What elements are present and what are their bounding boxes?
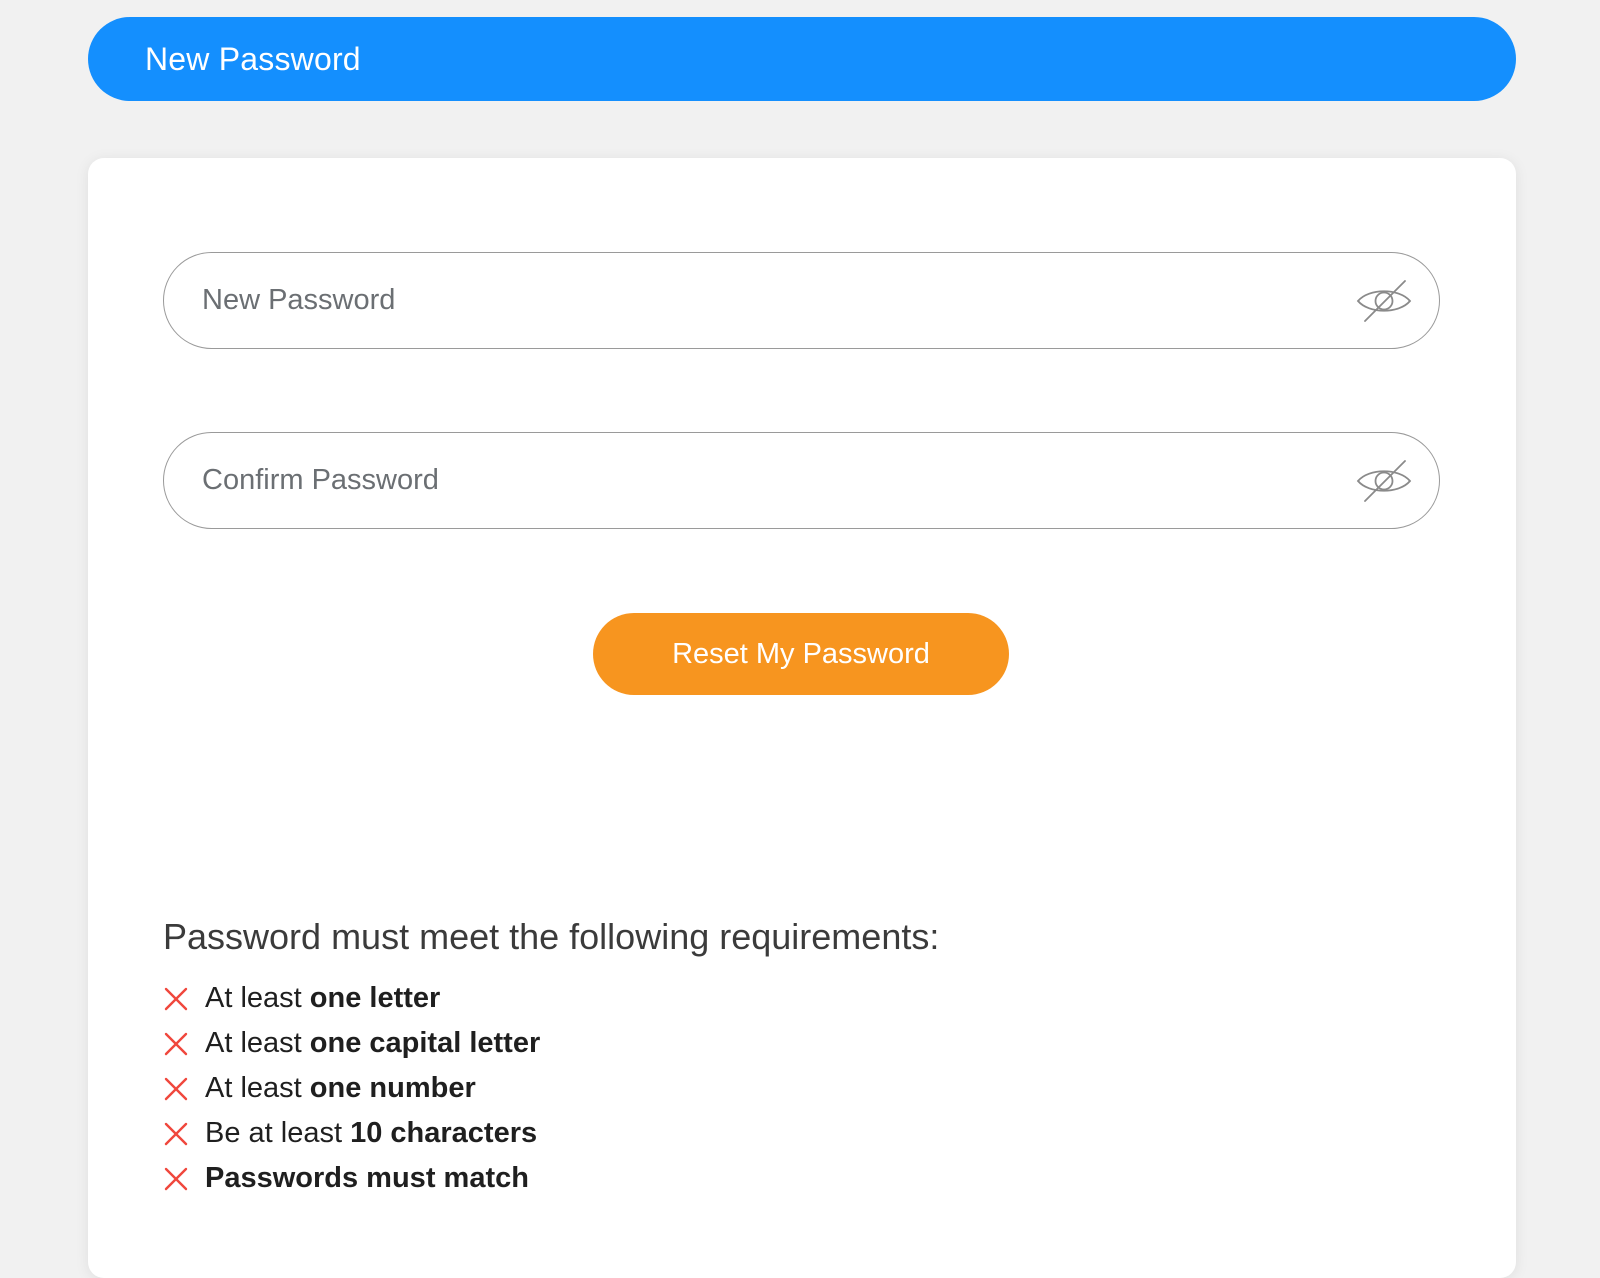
x-icon [163,986,189,1012]
eye-slash-icon[interactable] [1355,457,1413,505]
requirement-text: At least one letter [205,982,441,1015]
requirement-text: At least one capital letter [205,1027,541,1060]
requirement-text: Passwords must match [205,1162,529,1195]
confirm-password-input[interactable] [202,433,1322,528]
requirement-item: At least one capital letter [163,1021,1363,1066]
requirements-list: At least one letter At least one capital… [163,976,1363,1201]
requirements-heading: Password must meet the following require… [163,916,940,957]
password-requirements: Password must meet the following require… [163,915,1363,1201]
requirement-item: Passwords must match [163,1156,1363,1201]
requirement-item: Be at least 10 characters [163,1111,1363,1156]
header-bar: New Password [88,17,1516,101]
requirement-item: At least one letter [163,976,1363,1021]
password-card: Reset My Password Password must meet the… [88,158,1516,1278]
x-icon [163,1076,189,1102]
reset-password-button[interactable]: Reset My Password [593,613,1009,695]
page-title: New Password [145,40,361,77]
requirement-item: At least one number [163,1066,1363,1111]
eye-slash-icon[interactable] [1355,277,1413,325]
requirement-text: Be at least 10 characters [205,1117,538,1150]
x-icon [163,1121,189,1147]
confirm-password-field[interactable] [163,432,1440,529]
new-password-field[interactable] [163,252,1440,349]
new-password-input[interactable] [202,253,1322,348]
x-icon [163,1166,189,1192]
requirement-text: At least one number [205,1072,476,1105]
x-icon [163,1031,189,1057]
